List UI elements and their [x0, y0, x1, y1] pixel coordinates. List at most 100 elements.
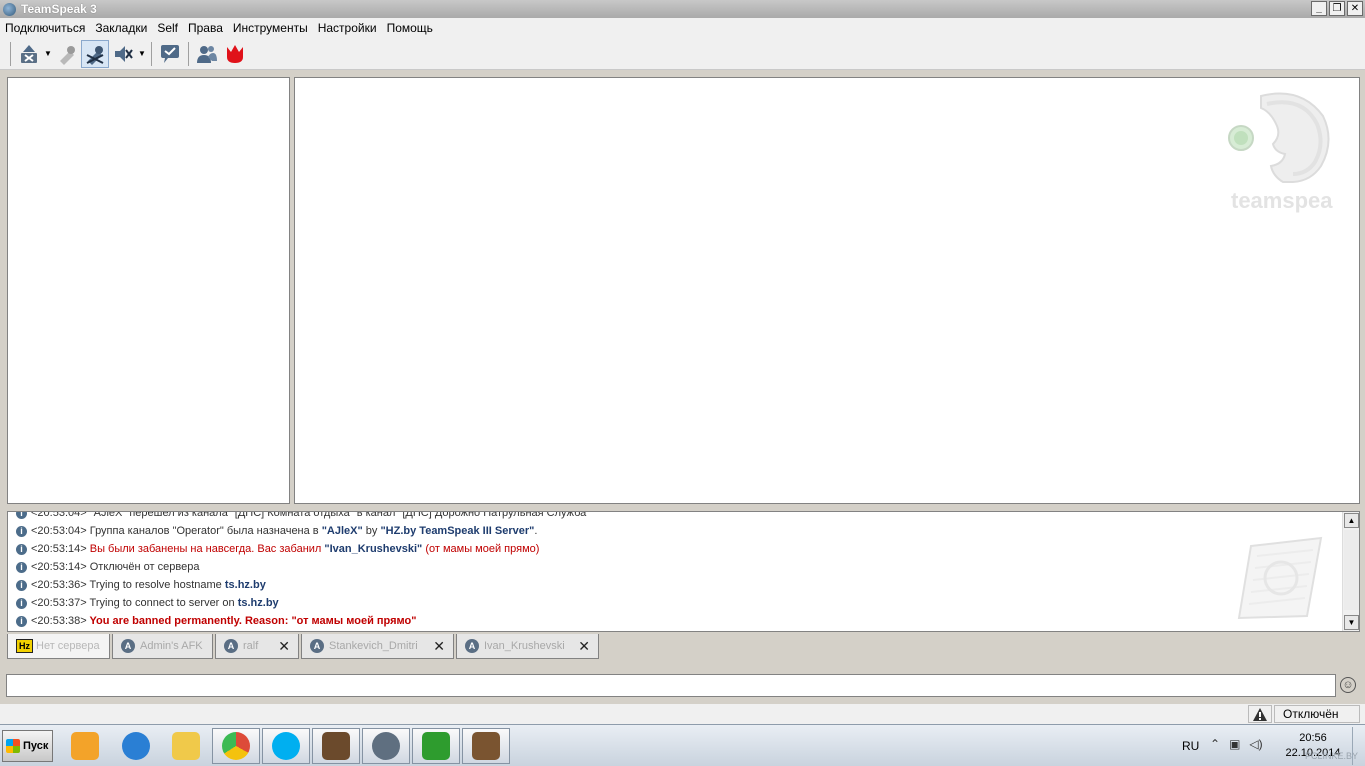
- gta-sa-icon: [472, 732, 500, 760]
- close-tab-icon[interactable]: ✕: [433, 638, 445, 655]
- media-player-icon: [71, 732, 99, 760]
- teamspeak-logo: teamspeak3: [1228, 92, 1333, 213]
- menu-help[interactable]: Помощь: [382, 21, 438, 35]
- start-button[interactable]: Пуск: [2, 730, 53, 762]
- disconnect-button[interactable]: [15, 40, 43, 68]
- menu-settings[interactable]: Настройки: [313, 21, 382, 35]
- toolbar-separator: [10, 41, 11, 66]
- log-line: i <20:53:38> You are banned permanently.…: [16, 612, 1329, 630]
- folder-icon: [172, 732, 200, 760]
- taskbar-file-explorer[interactable]: [162, 728, 210, 764]
- mute-microphone-icon: [86, 45, 104, 65]
- tab-label: ralf: [243, 640, 259, 652]
- language-indicator[interactable]: RU: [1182, 739, 1199, 753]
- teamspeak-icon: [372, 732, 400, 760]
- log-text: Отключён от сервера: [86, 561, 200, 573]
- taskbar-gta-sa-2[interactable]: [462, 728, 510, 764]
- chrome-icon: [222, 732, 250, 760]
- taskbar-chrome[interactable]: [212, 728, 260, 764]
- taskbar-skype[interactable]: [262, 728, 310, 764]
- log-line: i <20:53:37> Trying to connect to server…: [16, 594, 1329, 612]
- connect-dropdown-arrow[interactable]: ▼: [43, 40, 53, 68]
- contacts-icon: [197, 45, 217, 63]
- menu-self[interactable]: Self: [152, 21, 183, 35]
- menu-bookmarks[interactable]: Закладки: [90, 21, 152, 35]
- contacts-button[interactable]: [193, 40, 221, 68]
- close-button[interactable]: ✕: [1347, 1, 1363, 16]
- channel-tree-panel[interactable]: [7, 77, 290, 504]
- connection-status: Отключён: [1274, 705, 1360, 723]
- mute-speakers-button[interactable]: [109, 40, 137, 68]
- info-icon: i: [16, 615, 27, 627]
- title-bar: TeamSpeak 3 _ ❐ ✕: [0, 0, 1365, 18]
- subscribe-channel-button[interactable]: [156, 40, 184, 68]
- log-server-link[interactable]: "HZ.by TeamSpeak III Server": [380, 525, 534, 537]
- log-text: Trying to resolve hostname: [86, 579, 225, 591]
- log-time: <20:53:36>: [31, 579, 87, 591]
- volume-icon[interactable]: ◁): [1249, 737, 1262, 751]
- tab-ivan[interactable]: A Ivan_Krushevski ✕: [456, 634, 599, 659]
- log-text: .: [534, 525, 538, 537]
- minimize-button[interactable]: _: [1311, 1, 1327, 16]
- log-text: You are banned permanently. Reason: "от …: [86, 615, 417, 627]
- close-tab-icon[interactable]: ✕: [278, 638, 290, 655]
- scroll-thumb[interactable]: [1344, 530, 1359, 610]
- close-tab-icon[interactable]: ✕: [578, 638, 590, 655]
- taskbar-qip[interactable]: [412, 728, 460, 764]
- windows-logo-icon: [6, 739, 20, 753]
- log-scrollbar[interactable]: ▲ ▼: [1342, 512, 1359, 631]
- tab-ralf[interactable]: A ralf ✕: [215, 634, 299, 659]
- log-text: Вы были забанены на навсегда. Вас забани…: [86, 543, 325, 555]
- log-host-link[interactable]: ts.hz.by: [238, 597, 279, 609]
- info-icon: i: [16, 579, 27, 591]
- taskbar-gta-sa[interactable]: [312, 728, 360, 764]
- tab-label: Stankevich_Dmitri: [329, 640, 418, 652]
- log-time: <20:53:04>: [31, 525, 87, 537]
- tab-stankevich[interactable]: A Stankevich_Dmitri ✕: [301, 634, 454, 659]
- emoticon-icon[interactable]: ☺: [1340, 677, 1356, 693]
- log-user-link[interactable]: "AJleX": [322, 525, 363, 537]
- system-tray: ⌃ ▣ ◁): [1210, 737, 1263, 751]
- log-time: <20:53:14>: [31, 543, 87, 555]
- user-icon: A: [310, 639, 324, 653]
- info-icon: i: [16, 512, 27, 519]
- log-text-cutoff: <20:53:04> "AJleX" перешел из канала "[Д…: [31, 511, 591, 519]
- menu-permissions[interactable]: Права: [183, 21, 228, 35]
- scroll-down-arrow-icon[interactable]: ▼: [1344, 615, 1359, 630]
- log-text: by: [362, 525, 381, 537]
- start-label: Пуск: [23, 740, 49, 752]
- log-user-link[interactable]: "Ivan_Krushevski": [324, 543, 422, 555]
- info-icon: i: [16, 561, 27, 573]
- windows-taskbar: Пуск RU ⌃ ▣ ◁) 20:56 22.10.2014: [0, 724, 1365, 766]
- toolbar-separator: [151, 41, 152, 66]
- tab-label: Ivan_Krushevski: [484, 640, 565, 652]
- tray-expand-icon[interactable]: ⌃: [1210, 737, 1220, 751]
- menu-connect[interactable]: Подключиться: [0, 21, 90, 35]
- taskbar-internet-explorer[interactable]: [112, 728, 160, 764]
- mute-speakers-icon: [115, 45, 133, 62]
- teamspeak-app-icon: [3, 2, 16, 16]
- tab-server[interactable]: Hz Нет сервера: [7, 634, 110, 659]
- qip-icon: [422, 732, 450, 760]
- network-icon[interactable]: ▣: [1229, 737, 1240, 751]
- maximize-button[interactable]: ❐: [1329, 1, 1345, 16]
- menu-tools[interactable]: Инструменты: [228, 21, 313, 35]
- info-icon: i: [16, 525, 27, 537]
- tab-admins-afk[interactable]: A Admin's AFK: [112, 634, 213, 659]
- scroll-up-arrow-icon[interactable]: ▲: [1344, 513, 1359, 528]
- chat-input[interactable]: [6, 674, 1336, 697]
- taskbar-teamspeak[interactable]: [362, 728, 410, 764]
- warning-icon[interactable]: [1248, 705, 1272, 723]
- chat-bubble-icon: [161, 44, 179, 63]
- skype-icon: [272, 732, 300, 760]
- log-host-link[interactable]: ts.hz.by: [225, 579, 266, 591]
- hotkey-button[interactable]: [221, 40, 249, 68]
- notepad-watermark-icon: [1237, 536, 1323, 620]
- info-icon: i: [16, 597, 27, 609]
- watermark: PCLINKE.BY: [1305, 751, 1359, 761]
- speakers-dropdown-arrow[interactable]: ▼: [137, 40, 147, 68]
- mute-microphone-button[interactable]: [81, 39, 109, 68]
- log-time: <20:53:37>: [31, 597, 87, 609]
- taskbar-media-player[interactable]: [61, 728, 109, 764]
- away-button[interactable]: [53, 40, 81, 68]
